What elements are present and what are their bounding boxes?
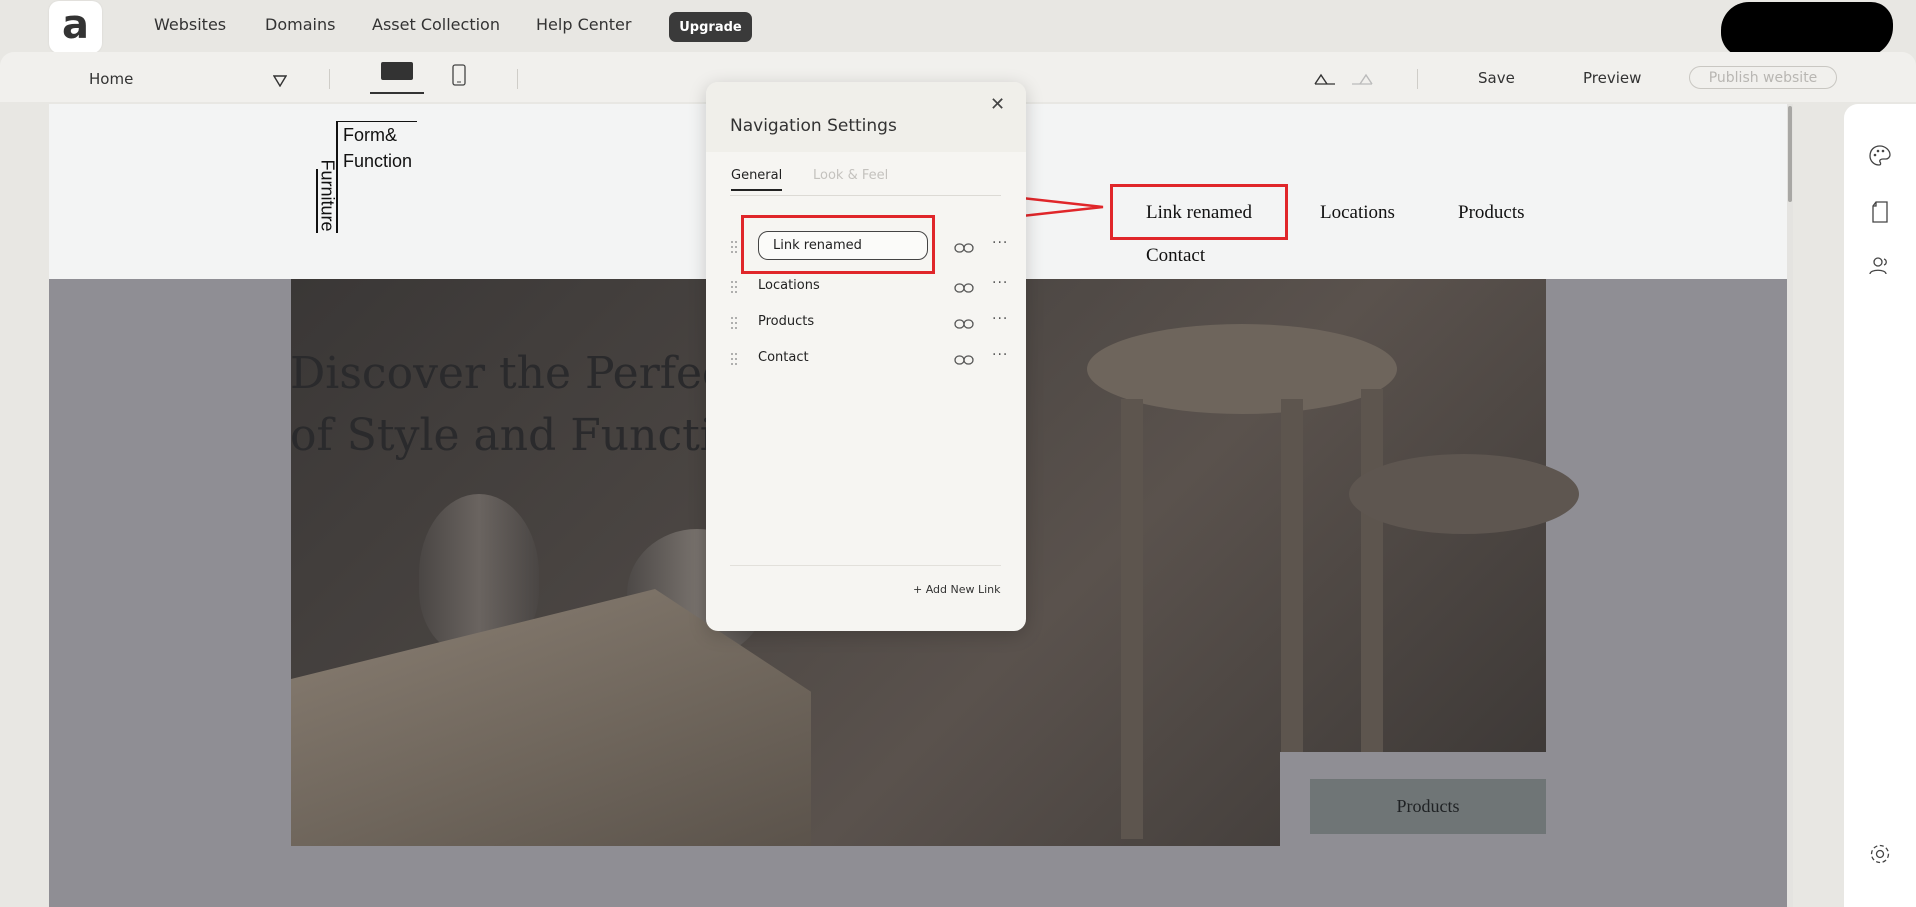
drag-handle-icon[interactable] — [730, 279, 738, 293]
undo-icon[interactable] — [1313, 71, 1337, 90]
more-options-icon[interactable]: ··· — [992, 235, 1008, 251]
redacted-avatar[interactable] — [1721, 2, 1893, 57]
desktop-icon — [381, 62, 413, 80]
page-icon[interactable] — [1868, 200, 1892, 224]
nav-link-label[interactable]: Locations — [758, 278, 820, 293]
site-nav-products[interactable]: Products — [1458, 202, 1525, 224]
toolbar-divider — [329, 69, 330, 89]
upgrade-button[interactable]: Upgrade — [669, 12, 752, 42]
site-logo-line-2: Function — [343, 151, 413, 171]
site-logo[interactable]: Form& Function Furniture — [307, 120, 419, 233]
canvas-scrollbar[interactable] — [1787, 104, 1793, 907]
drag-handle-icon[interactable] — [730, 351, 738, 365]
highlight-annotation — [1110, 184, 1288, 240]
nav-link-label[interactable]: Products — [758, 314, 814, 329]
link-icon[interactable] — [954, 315, 974, 334]
gear-icon[interactable] — [1868, 842, 1892, 866]
nav-domains[interactable]: Domains — [265, 15, 335, 34]
drag-handle-icon[interactable] — [730, 315, 738, 329]
drag-handle-icon[interactable] — [730, 239, 738, 253]
more-options-icon[interactable]: ··· — [992, 311, 1008, 327]
users-icon[interactable] — [1868, 254, 1892, 278]
navigation-settings-panel: Navigation Settings ✕ General Look & Fee… — [706, 82, 1026, 631]
more-options-icon[interactable]: ··· — [992, 347, 1008, 363]
site-nav-locations[interactable]: Locations — [1320, 202, 1395, 224]
mobile-view-button[interactable] — [452, 64, 466, 90]
more-options-icon[interactable]: ··· — [992, 275, 1008, 291]
page-select-value[interactable]: Home — [89, 70, 133, 88]
chevron-down-icon[interactable] — [272, 72, 288, 91]
top-bar: a Websites Domains Asset Collection Help… — [0, 0, 1916, 57]
palette-icon[interactable] — [1868, 144, 1892, 168]
preview-button[interactable]: Preview — [1583, 69, 1641, 87]
nav-help-center[interactable]: Help Center — [536, 15, 631, 34]
nav-websites[interactable]: Websites — [154, 15, 226, 34]
nav-link-row: Products ··· — [730, 309, 1008, 335]
close-icon[interactable]: ✕ — [990, 94, 1005, 115]
nav-asset-collection[interactable]: Asset Collection — [372, 15, 500, 34]
link-icon[interactable] — [954, 279, 974, 298]
panel-title: Navigation Settings — [730, 116, 897, 136]
products-button[interactable]: Products — [1310, 779, 1546, 834]
add-new-link-button[interactable]: + Add New Link — [913, 583, 1001, 596]
nav-link-row: Contact ··· — [730, 345, 1008, 371]
site-logo-line-3: Furniture — [317, 159, 338, 232]
save-button[interactable]: Save — [1478, 69, 1515, 87]
canvas-scroll-thumb[interactable] — [1788, 106, 1792, 202]
right-sidebar — [1844, 104, 1916, 907]
app-logo[interactable]: a — [49, 1, 102, 53]
site-logo-line-1: Form& — [343, 125, 397, 145]
toolbar-divider — [1417, 69, 1418, 89]
link-icon[interactable] — [954, 351, 974, 370]
app-logo-letter: a — [62, 2, 89, 48]
toolbar-divider — [517, 69, 518, 89]
desktop-view-button[interactable] — [370, 62, 424, 94]
stool-shape — [1349, 454, 1579, 534]
mobile-icon — [452, 64, 466, 86]
link-icon[interactable] — [954, 239, 974, 258]
nav-link-row: Locations ··· — [730, 273, 1008, 299]
site-nav-contact[interactable]: Contact — [1146, 245, 1205, 267]
stool-leg — [1361, 389, 1383, 779]
nav-link-label[interactable]: Contact — [758, 350, 809, 365]
tabs-divider — [730, 195, 1001, 196]
highlight-annotation — [741, 215, 935, 274]
tab-general[interactable]: General — [731, 168, 783, 191]
panel-divider — [730, 565, 1001, 566]
redo-icon[interactable] — [1350, 71, 1374, 90]
tab-look-and-feel[interactable]: Look & Feel — [813, 168, 888, 183]
publish-button[interactable]: Publish website — [1689, 66, 1837, 89]
